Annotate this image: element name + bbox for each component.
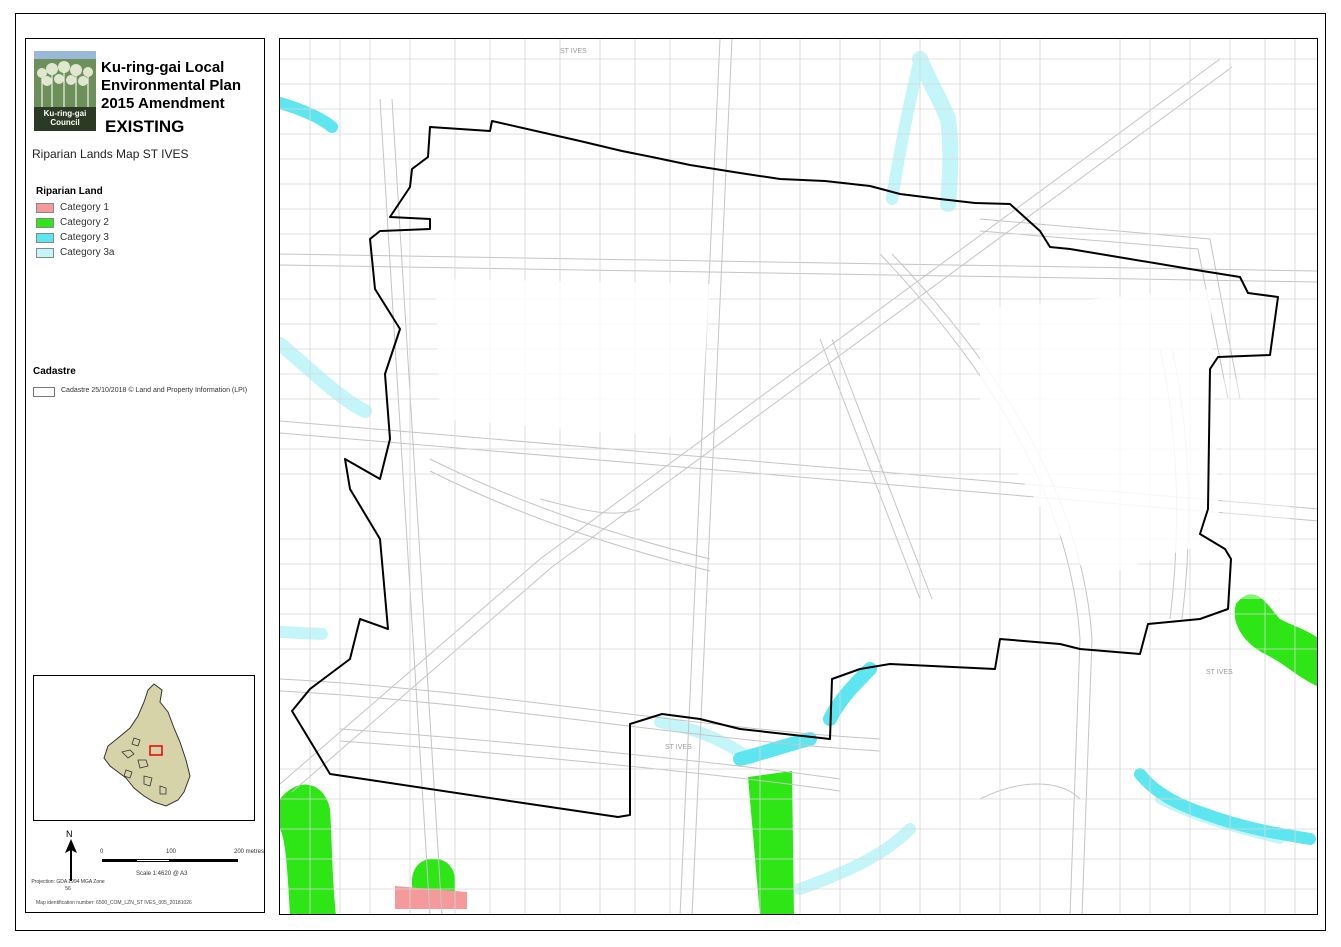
street-label: ST IVES [560, 48, 587, 55]
scale-tick-200: 200 metres [234, 849, 265, 855]
status-label: EXISTING [105, 117, 185, 136]
title-line-1: Ku-ring-gai Local [101, 59, 225, 76]
projection-note: Projection: GDA 1994 MGA Zone 56 [31, 879, 105, 892]
council-logo: Ku-ring-gai Council [34, 51, 96, 131]
legend-label: Category 2 [60, 217, 109, 228]
legend-item-cadastre: Cadastre 25/10/2018 © Land and Property … [33, 385, 253, 399]
logo-text-1: Ku-ring-gai [43, 109, 87, 118]
scale-bar: 0 100 200 metres Scale 1:4620 @ A3 [100, 849, 265, 889]
riparian-category-2 [280, 594, 1317, 914]
legend-label: Category 1 [60, 202, 109, 213]
title-line-3: 2015 Amendment [101, 95, 225, 112]
scale-tick-100: 100 [166, 849, 177, 855]
street-label: ST IVES [665, 744, 692, 751]
locality-inset-map [33, 675, 255, 821]
swatch-category-3a [36, 248, 54, 258]
map-identification: Map identification number: 6500_COM_LZN_… [36, 900, 192, 906]
riparian-heading: Riparian Land [36, 186, 103, 197]
street-label: ST IVES [1206, 669, 1233, 676]
cadastre-label: Cadastre 25/10/2018 © Land and Property … [61, 387, 248, 394]
logo-text-2: Council [50, 118, 80, 127]
cadastre-swatch [33, 387, 55, 397]
plan-title: Ku-ring-gai Local Environmental Plan 201… [101, 59, 241, 113]
riparian-map[interactable]: ST IVES ST IVES ST IVES [279, 38, 1318, 915]
legend-label: Category 3 [60, 232, 109, 243]
north-arrow: N [61, 829, 81, 883]
title-line-2: Environmental Plan [101, 77, 242, 94]
swatch-category-1 [36, 203, 54, 213]
swatch-category-2 [36, 218, 54, 228]
legend-label: Category 3a [60, 247, 115, 258]
scale-caption: Scale 1:4620 @ A3 [136, 871, 188, 877]
scale-tick-0: 0 [100, 849, 104, 855]
swatch-category-3 [36, 233, 54, 243]
cadastre-heading: Cadastre [33, 366, 76, 377]
legend-panel: Ku-ring-gai Council Ku-ring-gai Local En… [25, 38, 265, 913]
north-label: N [66, 829, 73, 839]
map-title: Riparian Lands Map ST IVES [32, 147, 189, 161]
riparian-category-1 [395, 886, 467, 909]
